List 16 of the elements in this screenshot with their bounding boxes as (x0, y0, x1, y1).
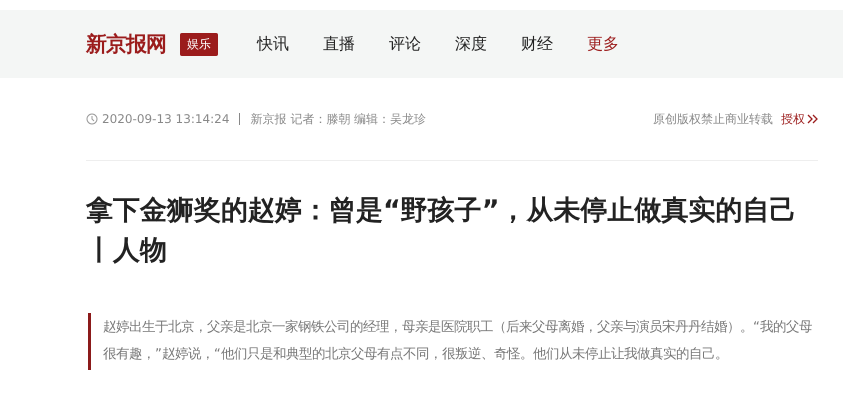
nav-link[interactable]: 财经 (521, 34, 553, 54)
copyright-notice: 原创版权禁止商业转载 (653, 110, 773, 128)
chevron-icon (807, 114, 818, 124)
quote-text: 赵婷出生于北京，父亲是北京一家钢铁公司的经理，母亲是医院职工（后来父母离婚，父亲与演员宋丹丹结婚）。“我的父母很有趣，”赵婷说，“他们只是和典型的北京父母有点不同，很叛逆、奇怪。他们从未停止让我做真实的自己。 (103, 318, 813, 364)
channel-badge[interactable]: 娱乐 (180, 32, 218, 56)
license-link[interactable]: 授权 (781, 110, 818, 128)
nav-link[interactable]: 深度 (455, 34, 487, 54)
publish-time: 2020-09-13 13:14:24 (102, 112, 230, 126)
nav-link[interactable]: 直播 (323, 34, 355, 54)
nav-link[interactable]: 评论 (389, 34, 421, 54)
site-logo[interactable]: 新京报网 (86, 30, 166, 58)
clock-icon (86, 113, 98, 125)
byline: 新京报 记者：滕朝 编辑：吴龙珍 (250, 110, 426, 128)
article-title: 拿下金狮奖的赵婷：曾是“野孩子”，从未停止做真实的自己丨人物 (86, 194, 798, 268)
nav-link[interactable]: 快讯 (257, 34, 289, 54)
nav-link[interactable]: 更多 (587, 34, 619, 54)
